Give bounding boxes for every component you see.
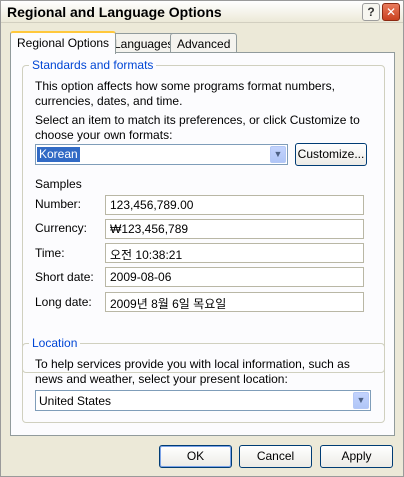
cancel-label: Cancel xyxy=(256,449,295,463)
customize-button[interactable]: Customize... xyxy=(295,143,367,166)
location-description: To help services provide you with local … xyxy=(35,357,350,386)
chevron-down-icon[interactable]: ▼ xyxy=(270,146,286,163)
sample-value-currency: ₩123,456,789 xyxy=(105,219,364,239)
location-select-value: United States xyxy=(39,394,112,408)
tab-advanced[interactable]: Advanced xyxy=(170,33,238,53)
apply-button[interactable]: Apply xyxy=(320,445,393,468)
location-group: Location To help services provide you wi… xyxy=(22,336,385,423)
standards-legend: Standards and formats xyxy=(29,58,157,72)
standards-instruction: Select an item to match its preferences,… xyxy=(35,113,360,142)
close-icon[interactable]: ✕ xyxy=(382,3,400,21)
location-select[interactable]: United States ▼ xyxy=(35,390,371,411)
customize-label: Customize... xyxy=(297,147,365,161)
sample-value-long-date: 2009년 8월 6일 목요일 xyxy=(105,292,364,312)
location-legend: Location xyxy=(29,336,81,350)
sample-value-short-date: 2009-08-06 xyxy=(105,267,364,287)
sample-label-short-date: Short date: xyxy=(35,270,94,284)
window-title: Regional and Language Options xyxy=(7,4,222,20)
sample-value-number: 123,456,789.00 xyxy=(105,195,364,215)
standards-group: Standards and formats This option affect… xyxy=(22,58,385,373)
format-select-value: Korean xyxy=(37,147,80,162)
samples-label: Samples xyxy=(35,177,82,191)
tab-panel: Standards and formats This option affect… xyxy=(10,52,395,436)
chevron-down-icon[interactable]: ▼ xyxy=(353,392,369,409)
sample-label-time: Time: xyxy=(35,246,65,260)
help-icon[interactable]: ? xyxy=(362,3,380,21)
sample-label-currency: Currency: xyxy=(35,221,88,235)
sample-label-long-date: Long date: xyxy=(35,295,92,309)
regional-options-dialog: Regional and Language Options ? ✕ Region… xyxy=(0,0,404,477)
ok-label: OK xyxy=(186,449,205,463)
title-bar[interactable]: Regional and Language Options ? ✕ xyxy=(1,1,403,23)
ok-button[interactable]: OK xyxy=(159,445,232,468)
sample-label-number: Number: xyxy=(35,197,82,211)
format-select[interactable]: Korean ▼ xyxy=(35,144,288,165)
tab-regional-options[interactable]: Regional Options xyxy=(10,31,117,54)
sample-value-time: 오전 10:38:21 xyxy=(105,243,364,263)
apply-label: Apply xyxy=(341,449,372,463)
cancel-button[interactable]: Cancel xyxy=(239,445,312,468)
standards-description: This option affects how some programs fo… xyxy=(35,79,335,108)
